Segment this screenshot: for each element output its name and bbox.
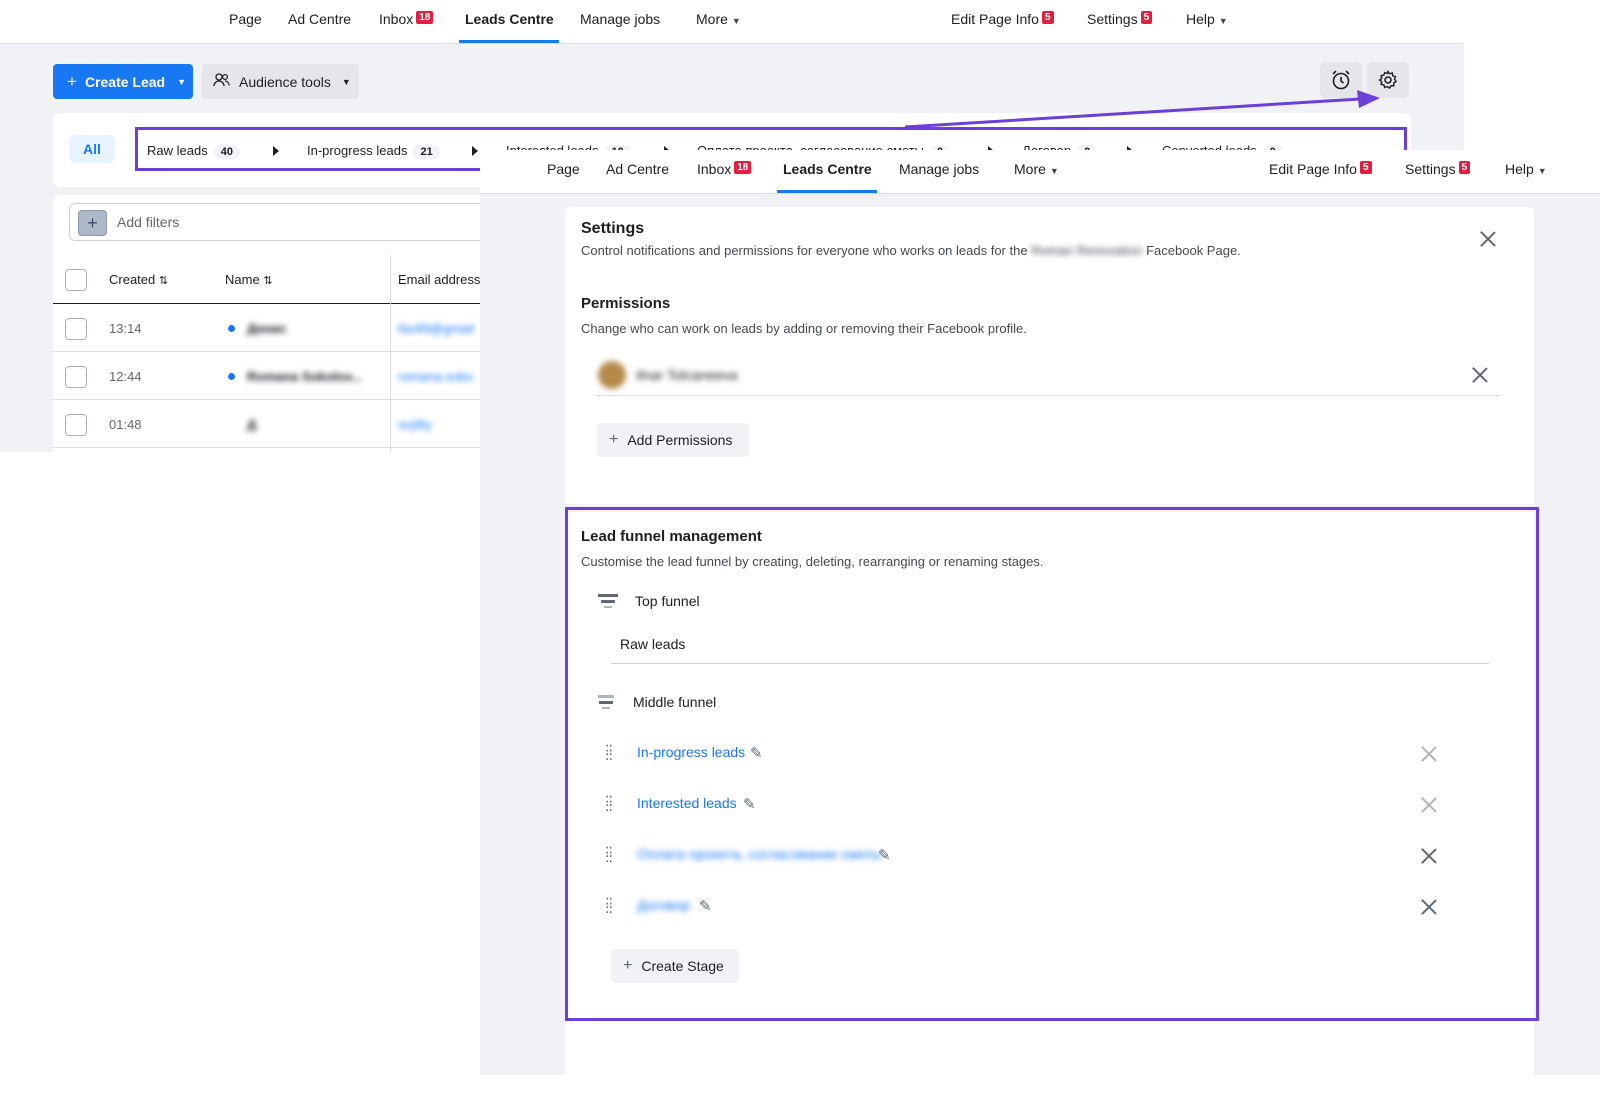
arrow-line [904,97,1361,129]
arrow-head-icon [1357,90,1380,108]
annotation-arrow [904,90,1380,129]
